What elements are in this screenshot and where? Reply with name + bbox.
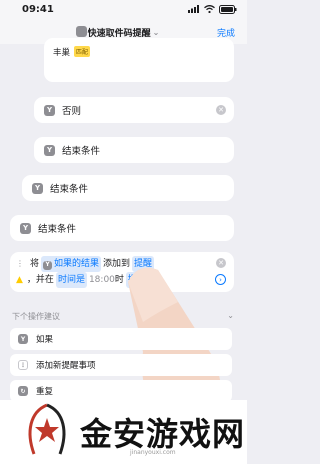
shortcut-app-icon: [76, 26, 87, 37]
end-if-label: 结束条件: [62, 146, 101, 157]
end-if-action[interactable]: Y 结束条件: [22, 175, 234, 201]
signal-icon: [188, 5, 199, 13]
if-action-icon: Y: [18, 334, 28, 344]
drag-handle[interactable]: ⋮: [16, 256, 24, 272]
add-reminder-word-jiang: 将: [30, 259, 40, 269]
end-if-label: 结束条件: [50, 184, 89, 195]
status-icons: [188, 4, 237, 14]
suggestions-header: 下个操作建议 ⌄: [12, 311, 234, 322]
match-tag[interactable]: 匹配: [74, 46, 91, 57]
time-value[interactable]: 18:00: [89, 272, 115, 288]
chevron-down-icon: ⌄: [152, 27, 160, 37]
otherwise-label: 否则: [62, 106, 82, 117]
if-action-icon: Y: [44, 104, 55, 116]
if-action-icon: Y: [44, 144, 55, 156]
chevron-down-icon[interactable]: ⌄: [227, 311, 234, 322]
watermark-url: jinanyouxi.com: [130, 449, 176, 456]
if-action-icon: Y: [20, 222, 31, 234]
shortcut-title: 快速取件码提醒: [87, 28, 151, 39]
suggestion-repeat[interactable]: ↻ 重复: [10, 380, 232, 402]
suggestion-if[interactable]: Y 如果: [10, 328, 232, 350]
watermark-logo: [28, 403, 66, 455]
if-action-icon: Y: [32, 182, 43, 194]
reminders-icon: ⋮: [18, 360, 28, 370]
repeat-icon: ↻: [18, 386, 28, 396]
warning-icon: ▲: [16, 275, 23, 285]
end-if-action[interactable]: Y 结束条件: [10, 215, 234, 241]
suggestion-add-reminder[interactable]: ⋮ 添加新提醒事项: [10, 354, 232, 376]
end-if-label: 结束条件: [38, 224, 77, 235]
otherwise-action[interactable]: Y 否则 ✕: [34, 97, 234, 123]
wifi-icon: [204, 5, 215, 13]
status-time: 09:41: [22, 3, 54, 15]
status-bar: 09:41: [0, 0, 247, 18]
close-icon[interactable]: ✕: [216, 105, 226, 115]
battery-icon: [219, 4, 237, 14]
match-text-card[interactable]: 丰巢 匹配: [44, 38, 234, 82]
end-if-action[interactable]: Y 结束条件: [34, 137, 234, 163]
shortcut-title-button[interactable]: 快速取件码提醒 ⌄: [88, 26, 160, 39]
watermark-banner: 金安游戏网: [0, 400, 247, 464]
if-action-icon: Y: [43, 260, 53, 270]
if-result-token[interactable]: Y 如果的结果: [41, 256, 102, 272]
and-at-word: ，并在: [26, 275, 54, 285]
match-text: 丰巢: [53, 48, 71, 58]
time-token[interactable]: 时间是: [55, 272, 87, 288]
